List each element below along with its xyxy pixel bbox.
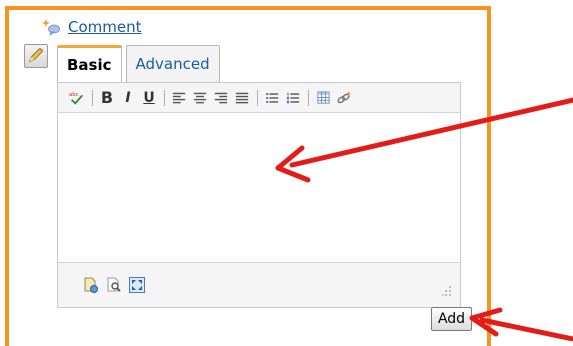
preview-icon[interactable] xyxy=(105,276,123,294)
fullscreen-icon[interactable] xyxy=(128,276,146,294)
numbered-list-icon[interactable] xyxy=(284,89,302,107)
tab-advanced[interactable]: Advanced xyxy=(125,45,220,82)
toolbar-separator xyxy=(257,89,258,106)
underline-button[interactable]: U xyxy=(140,89,158,107)
spellcheck-icon[interactable]: abc xyxy=(68,89,86,107)
sparkle-comment-icon xyxy=(42,19,60,36)
insert-table-icon[interactable] xyxy=(314,89,332,107)
insert-file-icon[interactable] xyxy=(82,276,100,294)
comment-link[interactable]: Comment xyxy=(68,18,142,36)
align-justify-icon[interactable] xyxy=(233,89,251,107)
toolbar-separator xyxy=(308,89,309,106)
editor-toolbar: abc B I U xyxy=(58,83,460,113)
align-right-icon[interactable] xyxy=(212,89,230,107)
align-center-icon[interactable] xyxy=(191,89,209,107)
link-icon[interactable] xyxy=(335,89,353,107)
editor-statusbar xyxy=(58,262,460,307)
align-left-icon[interactable] xyxy=(170,89,188,107)
bullet-list-icon[interactable] xyxy=(263,89,281,107)
italic-button[interactable]: I xyxy=(119,89,137,107)
bold-button[interactable]: B xyxy=(98,88,116,107)
toolbar-separator xyxy=(92,89,93,106)
editor-tabs: Basic Advanced xyxy=(57,45,224,82)
add-button[interactable]: Add xyxy=(431,307,472,331)
svg-text:abc: abc xyxy=(69,92,79,98)
toolbar-separator xyxy=(164,89,165,106)
tab-basic[interactable]: Basic xyxy=(57,45,122,82)
comment-header: Comment xyxy=(42,16,142,38)
resize-grip-icon[interactable] xyxy=(442,285,452,299)
pencil-button[interactable] xyxy=(24,44,48,68)
rich-text-editor: abc B I U xyxy=(57,82,461,308)
pencil-icon xyxy=(28,47,44,63)
comment-text-area[interactable] xyxy=(58,113,460,263)
